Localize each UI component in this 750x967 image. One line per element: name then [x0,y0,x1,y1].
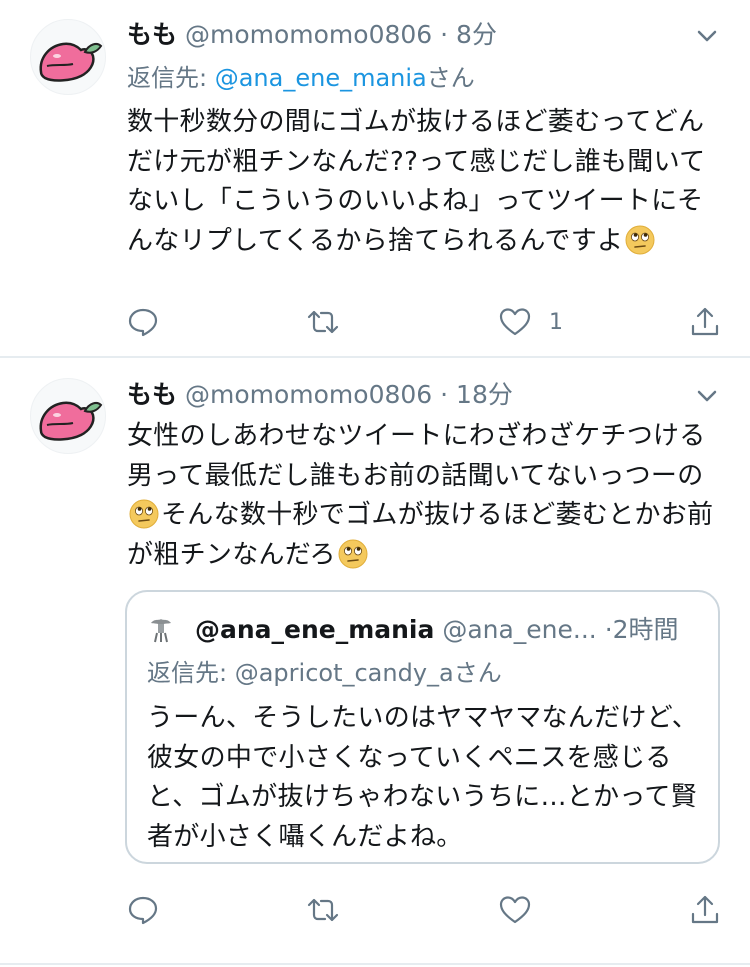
share-icon [691,895,719,924]
reply-button[interactable] [127,892,159,928]
reply-mention-link[interactable]: @ana_ene_mania [215,64,427,92]
reply-button[interactable] [127,304,159,340]
face-with-rolling-eyes-icon [129,499,159,529]
tweet[interactable]: もも @momomomo0806 · 8分 返信先: @ana_ene_mani… [0,0,750,357]
share-button[interactable] [689,304,721,340]
quoted-tweet-header: @ana_ene_mania @ana_ene... ·2時間 [147,612,700,648]
reply-icon [128,308,158,337]
like-count: 1 [549,309,563,335]
peach-avatar-icon [39,401,103,441]
avatar[interactable] [30,19,106,95]
face-with-rolling-eyes-icon [625,225,655,254]
peach-avatar-icon [39,42,103,82]
tweet-actions: 1 [127,304,722,340]
tweet-header: もも @momomomo0806 · 18分 [127,377,730,413]
reply-context: 返信先: @ana_ene_maniaさん [127,60,475,96]
reply-suffix: さん [426,64,475,92]
display-name[interactable]: もも [127,380,177,409]
share-icon [691,307,719,336]
share-button[interactable] [689,892,721,928]
separator: · [440,380,449,409]
handle[interactable]: @momomomo0806 [185,20,432,49]
handle[interactable]: @momomomo0806 [185,380,432,409]
tweet-text: 女性のしあわせなツイートにわざわざケチつける男って最低だし誰もお前の話聞いてない… [127,417,717,575]
tweet-header: もも @momomomo0806 · 8分 [127,17,730,53]
like-icon [499,896,531,924]
display-name[interactable]: もも [127,20,177,49]
like-button[interactable]: 1 [499,304,563,340]
face-with-rolling-eyes-icon [338,539,368,568]
quoted-tweet[interactable]: @ana_ene_mania @ana_ene... ·2時間 返信先: @ap… [125,590,720,864]
chevron-down-icon[interactable] [696,385,718,407]
tweet-divider [0,963,750,965]
quoted-timestamp: ·2時間 [604,615,679,644]
timestamp[interactable]: 8分 [456,20,497,49]
tweet-text-part2: そんな数十秒でゴムが抜けるほど萎むとかお前が粗チンなんだろ [127,500,714,570]
quoted-reply-context: 返信先: @apricot_candy_aさん [147,655,502,691]
reply-prefix: 返信先: [127,64,215,92]
like-icon [499,308,531,336]
quoted-reply-prefix: 返信先: [147,659,235,687]
tweet-text-content: 数十秒数分の間にゴムが抜けるほど萎むってどんだけ元が粗チンなんだ??って感じだし… [127,107,706,256]
retweet-icon [307,310,339,334]
separator: · [440,20,449,49]
tweet-text: 数十秒数分の間にゴムが抜けるほど萎むってどんだけ元が粗チンなんだ??って感じだし… [127,103,717,261]
quoted-avatar-icon[interactable] [147,615,175,643]
quoted-handle: @ana_ene... [442,615,597,644]
timestamp[interactable]: 18分 [456,380,513,409]
like-button[interactable] [499,892,531,928]
tweet[interactable]: もも @momomomo0806 · 18分 女性のしあわせなツイートにわざわざ… [0,358,750,963]
reply-icon [128,896,158,925]
chevron-down-icon[interactable] [696,25,718,47]
quoted-display-name: @ana_ene_mania [194,615,435,644]
tweet-actions [127,892,722,928]
quoted-reply-mention: @apricot_candy_a [234,659,454,687]
retweet-button[interactable] [307,892,339,928]
retweet-button[interactable] [307,304,339,340]
quoted-tweet-text: うーん、そうしたいのはヤマヤマなんだけど、彼女の中で小さくなっていくペニスを感じ… [147,703,699,852]
avatar[interactable] [30,378,106,454]
retweet-icon [307,898,339,922]
tweet-text-part1: 女性のしあわせなツイートにわざわざケチつける男って最低だし誰もお前の話聞いてない… [127,421,706,491]
quoted-reply-suffix: さん [453,659,502,687]
